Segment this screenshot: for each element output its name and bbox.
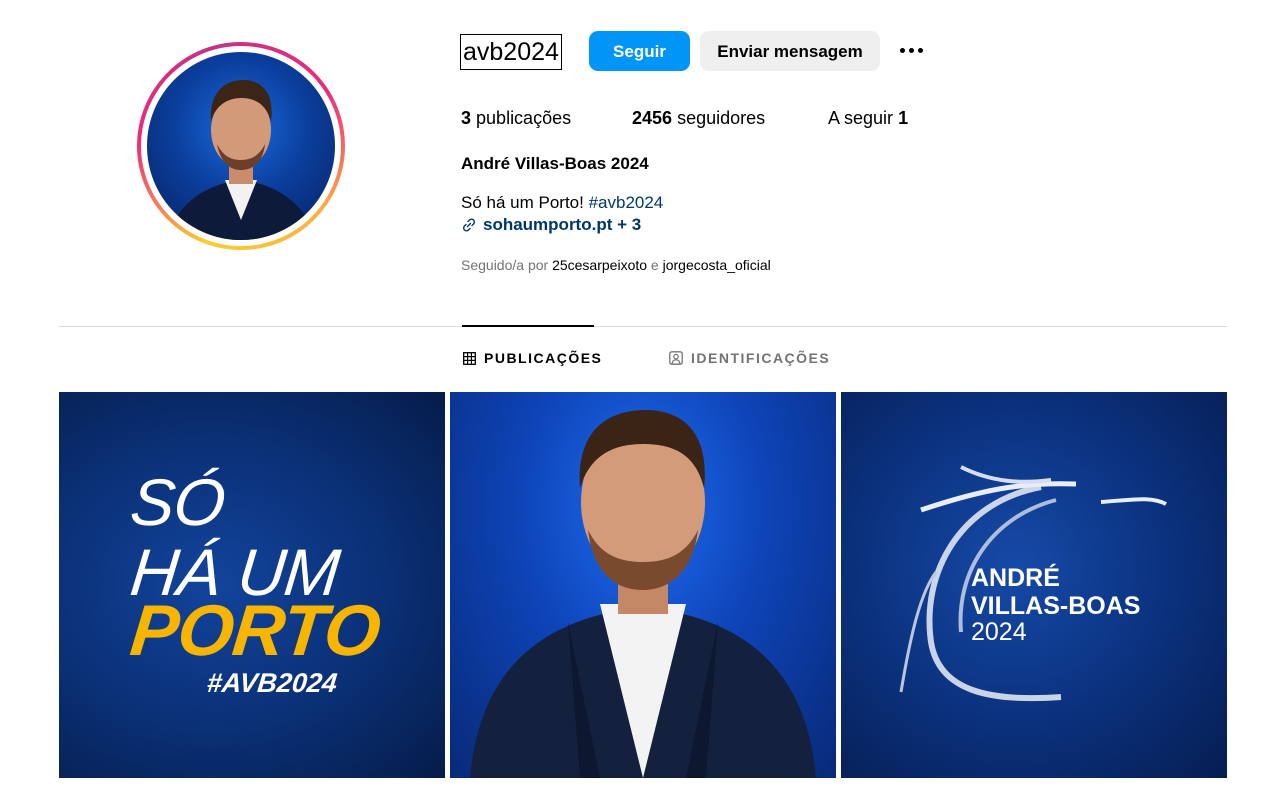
grid-icon bbox=[463, 351, 476, 365]
bio-text: Só há um Porto! bbox=[461, 193, 584, 212]
tab-tagged[interactable]: IDENTIFICAÇÕES bbox=[669, 350, 830, 366]
bio-hashtag[interactable]: #avb2024 bbox=[589, 193, 664, 212]
full-name: André Villas-Boas 2024 bbox=[461, 154, 649, 173]
bio: Só há um Porto! #avb2024 bbox=[461, 193, 663, 213]
portrait-illustration bbox=[470, 410, 816, 778]
active-tab-indicator bbox=[462, 325, 594, 327]
following-count: 1 bbox=[898, 108, 909, 128]
followers-count: 2456 bbox=[632, 108, 673, 128]
followed-by-conjunction: e bbox=[650, 257, 659, 273]
external-link[interactable]: sohaumporto.pt + 3 bbox=[461, 215, 641, 235]
posts-label: publicações bbox=[476, 108, 572, 128]
followers-label: seguidores bbox=[677, 108, 766, 128]
tab-posts-label: PUBLICAÇÕES bbox=[484, 350, 603, 366]
follow-button[interactable]: Seguir bbox=[589, 31, 690, 71]
tab-posts[interactable]: PUBLICAÇÕES bbox=[463, 350, 602, 366]
more-dot bbox=[909, 48, 914, 53]
tabs-divider bbox=[59, 326, 1227, 327]
followed-by-user[interactable]: 25cesarpeixoto bbox=[552, 257, 647, 273]
more-options-icon[interactable] bbox=[900, 40, 932, 60]
followed-by[interactable]: Seguido/a por 25cesarpeixoto e jorgecost… bbox=[461, 257, 771, 273]
avatar-photo bbox=[147, 52, 335, 240]
profile-avatar[interactable] bbox=[137, 42, 345, 250]
avatar-ring-gap bbox=[141, 46, 341, 246]
post-tile[interactable]: ANDRÉ VILLAS-BOAS 2024 bbox=[841, 392, 1227, 778]
post-text-line: SÓ bbox=[127, 465, 229, 539]
more-dot bbox=[918, 48, 923, 53]
posts-count-stat: 3 publicações bbox=[461, 106, 571, 130]
post-tile[interactable]: SÓ HÁ UM PORTO #AVB2024 bbox=[59, 392, 445, 778]
post-text-line: PORTO bbox=[126, 591, 384, 671]
followed-by-user[interactable]: jorgecosta_oficial bbox=[663, 257, 771, 273]
following-stat[interactable]: A seguir 1 bbox=[828, 106, 908, 130]
link-text: sohaumporto.pt + 3 bbox=[483, 215, 642, 234]
link-icon bbox=[462, 218, 476, 232]
avatar-portrait-illustration bbox=[167, 80, 317, 240]
followers-stat[interactable]: 2456 seguidores bbox=[632, 106, 765, 130]
more-dot bbox=[900, 48, 905, 53]
post-text-line: VILLAS-BOAS bbox=[971, 592, 1141, 620]
post-text-line: ANDRÉ bbox=[971, 564, 1060, 592]
tab-tagged-label: IDENTIFICAÇÕES bbox=[691, 350, 831, 366]
tagged-user-icon bbox=[669, 351, 683, 365]
send-message-button[interactable]: Enviar mensagem bbox=[700, 31, 880, 71]
following-label: A seguir bbox=[828, 108, 894, 128]
post-tile[interactable] bbox=[450, 392, 836, 778]
followed-by-prefix: Seguido/a por bbox=[461, 257, 549, 273]
posts-count: 3 bbox=[461, 108, 472, 128]
post-text-line: #AVB2024 bbox=[205, 668, 339, 698]
username: avb2024 bbox=[460, 34, 562, 70]
post-text-line: 2024 bbox=[971, 618, 1027, 646]
